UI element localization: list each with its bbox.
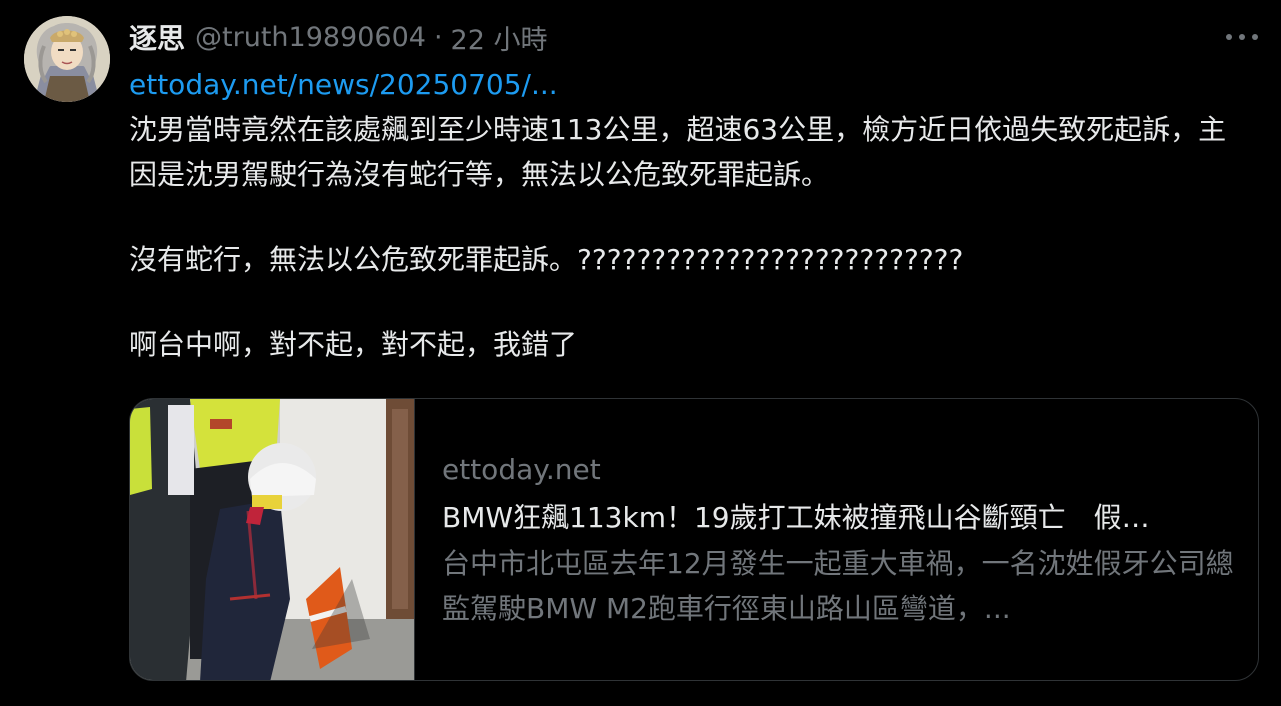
card-title[interactable]: BMW狂飆113km！19歲打工妹被撞飛山谷斷頸亡 假… [442,495,1242,541]
tweet-paragraph-3: 啊台中啊，對不起，對不起，我錯了 [129,328,578,361]
avatar-image [24,16,110,102]
more-horizontal-icon [1226,34,1258,40]
news-photo-image [130,399,414,680]
more-options-button[interactable] [1220,20,1264,54]
tweet-article[interactable]: 逐思 @truth19890604 · 22 小時 ettoday.net/ne… [0,0,1281,706]
card-domain: ettoday.net [442,453,601,486]
tweet-header: 逐思 @truth19890604 · 22 小時 [129,14,548,60]
card-text-block: ettoday.net BMW狂飆113km！19歲打工妹被撞飛山谷斷頸亡 假…… [442,447,1242,631]
avatar[interactable] [24,16,110,102]
separator-dot: · [433,21,443,53]
tweet-timestamp[interactable]: 22 小時 [451,18,548,57]
author-handle[interactable]: @truth19890604 [195,22,426,53]
tweet-paragraph-2: 沒有蛇行，無法以公危致死罪起訴。????????????????????????… [129,243,964,276]
author-display-name[interactable]: 逐思 [129,17,185,57]
tweet-link[interactable]: ettoday.net/news/20250705/... [129,62,1249,107]
card-description: 台中市北屯區去年12月發生一起重大車禍，一名沈姓假牙公司總監駕駛BMW M2跑車… [442,547,1234,625]
link-preview-card[interactable]: ettoday.net BMW狂飆113km！19歲打工妹被撞飛山谷斷頸亡 假…… [129,398,1259,681]
card-thumbnail[interactable] [130,399,415,680]
tweet-text: ettoday.net/news/20250705/... 沈男當時竟然在該處飆… [129,62,1249,367]
tweet-paragraph-1: 沈男當時竟然在該處飆到至少時速113公里，超速63公里，檢方近日依過失致死起訴，… [129,113,1227,191]
